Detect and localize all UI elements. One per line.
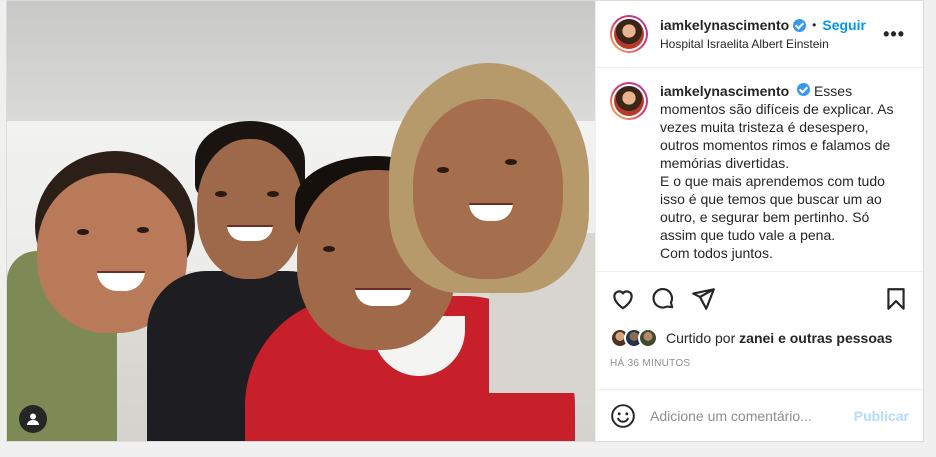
- verified-badge-icon: [797, 83, 811, 96]
- emoji-icon[interactable]: [610, 403, 636, 429]
- caption-line: E o que mais aprendemos com tudo: [660, 173, 885, 189]
- others-likes-link[interactable]: outras pessoas: [790, 330, 893, 346]
- post-header: iamkelynascimento • Seguir Hospital Isra…: [596, 1, 923, 68]
- comment-input[interactable]: [650, 407, 854, 424]
- action-bar: Curtido por zanei e outras pessoas HÁ 36…: [596, 271, 923, 389]
- follow-button[interactable]: Seguir: [822, 17, 866, 33]
- caption-username-link[interactable]: iamkelynascimento: [660, 83, 789, 99]
- caption-line: vezes muita tristeza é desespero,: [660, 119, 869, 135]
- username-link[interactable]: iamkelynascimento: [660, 17, 789, 33]
- likes-prefix: Curtido por: [666, 330, 736, 346]
- post-timestamp[interactable]: HÁ 36 MINUTOS: [610, 358, 909, 369]
- avatar[interactable]: [610, 15, 648, 53]
- caption-section: iamkelynascimento Esses momentos são dif…: [596, 68, 923, 271]
- caption-line: memórias divertidas.: [660, 155, 790, 171]
- share-icon[interactable]: [690, 286, 716, 312]
- post-sidebar: iamkelynascimento • Seguir Hospital Isra…: [595, 1, 923, 441]
- caption-line: momentos são difíceis de explicar. As: [660, 101, 894, 117]
- location-link[interactable]: Hospital Israelita Albert Einstein: [660, 37, 879, 51]
- bookmark-icon[interactable]: [883, 286, 909, 312]
- comment-icon[interactable]: [650, 286, 676, 312]
- caption-line: isso é que temos que buscar um ao: [660, 191, 882, 207]
- comment-box: Publicar: [596, 389, 923, 441]
- verified-badge-icon: [793, 18, 807, 32]
- liker-avatars: [610, 328, 658, 348]
- avatar[interactable]: [610, 82, 648, 120]
- likes-connector: e: [778, 330, 786, 346]
- caption-line: Com todos juntos.: [660, 245, 773, 261]
- publish-button[interactable]: Publicar: [854, 408, 909, 424]
- more-options-button[interactable]: •••: [879, 24, 909, 45]
- user-tag-icon[interactable]: [19, 405, 47, 433]
- caption-line: Esses: [813, 83, 853, 99]
- liker-username-link[interactable]: zanei: [739, 330, 774, 346]
- avatar: [638, 328, 658, 348]
- instagram-post: iamkelynascimento • Seguir Hospital Isra…: [6, 0, 924, 442]
- post-photo[interactable]: [7, 1, 595, 441]
- caption-text: iamkelynascimento Esses momentos são dif…: [660, 82, 893, 271]
- caption-line: assim que tudo vale a pena.: [660, 227, 836, 243]
- caption-line: outro, e segurar bem pertinho. Só: [660, 209, 870, 225]
- likes-summary: Curtido por zanei e outras pessoas: [610, 328, 909, 348]
- separator-dot: •: [812, 18, 817, 32]
- heart-icon[interactable]: [610, 286, 636, 312]
- person-right-woman: [389, 63, 595, 441]
- caption-line: outros momentos rimos e falamos de: [660, 137, 891, 153]
